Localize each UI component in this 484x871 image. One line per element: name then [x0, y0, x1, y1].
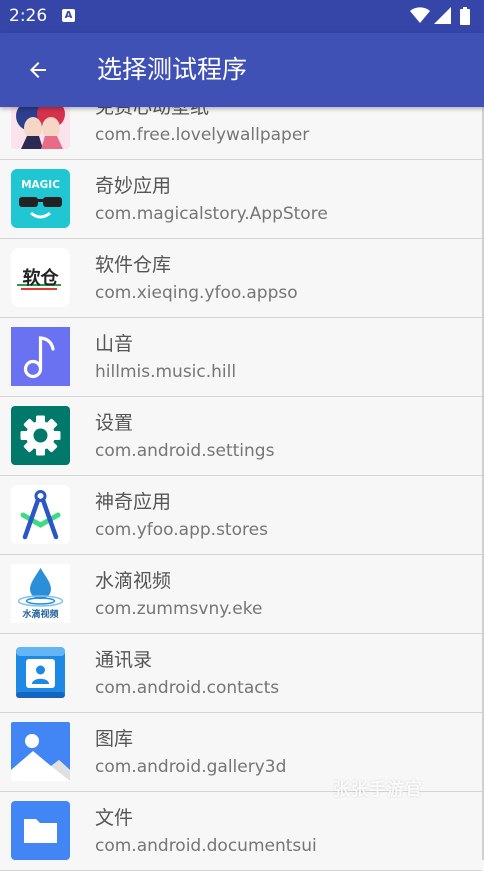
app-list-item[interactable]: 软仓 软件仓库 com.xieqing.yfoo.appso	[0, 239, 482, 318]
app-list[interactable]: 免费心动壁纸 com.free.lovelywallpaper MAGIC 奇妙…	[0, 81, 484, 871]
magic-app-icon: MAGIC	[11, 169, 70, 228]
app-list-item[interactable]: 通讯录 com.android.contacts	[0, 634, 482, 713]
status-time: 2:26	[9, 6, 48, 26]
app-package: com.magicalstory.AppStore	[95, 204, 328, 224]
app-package: com.android.settings	[95, 441, 275, 461]
gallery-icon	[11, 722, 70, 781]
notification-a-icon: A	[62, 9, 75, 22]
music-note-icon	[11, 327, 70, 386]
settings-gear-icon	[11, 406, 70, 465]
app-list-item[interactable]: 山音 hillmis.music.hill	[0, 318, 482, 397]
app-list-item[interactable]: 水滴视频 水滴视频 com.zummsvny.eke	[0, 555, 482, 634]
app-package: com.android.gallery3d	[95, 757, 287, 777]
files-folder-icon	[11, 801, 70, 860]
app-name: 水滴视频	[95, 570, 172, 592]
app-package: hillmis.music.hill	[95, 362, 237, 382]
status-bar: 2:26 A	[0, 0, 484, 33]
app-name: 软件仓库	[95, 254, 172, 276]
app-list-item[interactable]: 设置 com.android.settings	[0, 397, 482, 476]
app-name: 通讯录	[95, 649, 153, 671]
app-list-item[interactable]: MAGIC 奇妙应用 com.magicalstory.AppStore	[0, 160, 482, 239]
compass-app-icon	[11, 485, 70, 544]
app-bar: 选择测试程序	[0, 33, 484, 107]
app-package: com.zummsvny.eke	[95, 599, 263, 619]
app-name: 设置	[95, 412, 134, 434]
contacts-icon	[11, 643, 70, 702]
battery-icon	[460, 7, 470, 25]
software-warehouse-icon: 软仓	[11, 248, 70, 307]
water-drop-video-icon: 水滴视频	[11, 564, 70, 623]
app-name: 文件	[95, 807, 134, 829]
app-list-item[interactable]: 神奇应用 com.yfoo.app.stores	[0, 476, 482, 555]
app-name: 奇妙应用	[95, 175, 172, 197]
watermark-text: 张张手游官	[333, 780, 423, 800]
wifi-icon	[410, 7, 430, 23]
water-drop-icon-label: 水滴视频	[22, 608, 58, 620]
app-package: com.free.lovelywallpaper	[95, 125, 310, 145]
signal-icon	[434, 7, 451, 24]
app-package: com.android.documentsui	[95, 836, 317, 856]
app-package: com.xieqing.yfoo.appso	[95, 283, 298, 303]
app-name: 神奇应用	[95, 491, 172, 513]
app-name: 山音	[95, 333, 134, 355]
app-package: com.yfoo.app.stores	[95, 520, 268, 540]
notification-a-glyph: A	[64, 10, 73, 21]
app-list-item[interactable]: 文件 com.android.documentsui	[0, 792, 482, 871]
app-package: com.android.contacts	[95, 678, 280, 698]
warehouse-icon-label: 软仓	[23, 267, 60, 289]
back-button[interactable]	[14, 46, 62, 94]
status-icons	[410, 7, 476, 25]
magic-icon-label: MAGIC	[21, 179, 60, 191]
page-title: 选择测试程序	[97, 55, 248, 84]
arrow-back-icon	[30, 62, 46, 78]
app-name: 图库	[95, 728, 134, 750]
